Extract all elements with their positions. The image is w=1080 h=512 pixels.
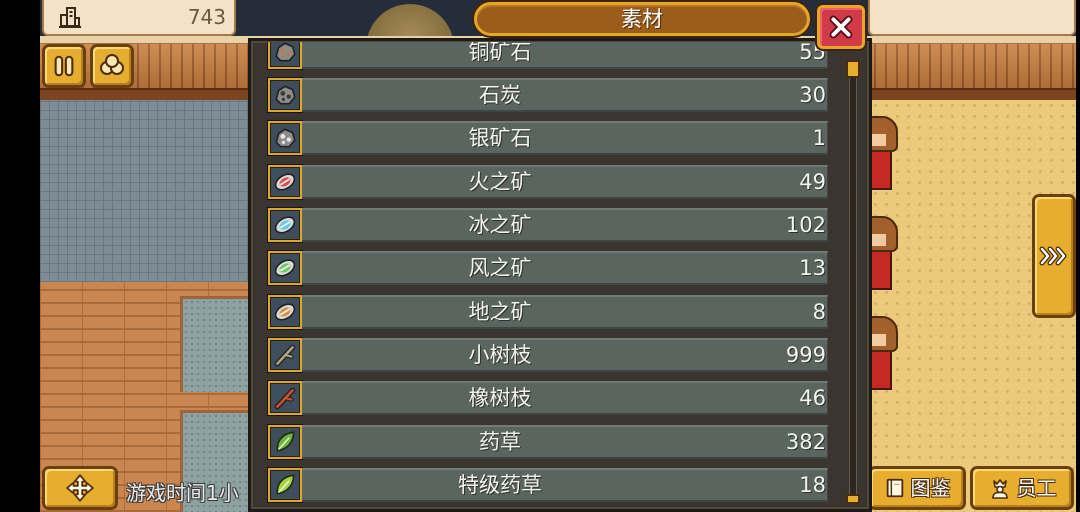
coal-ore-icon [272,82,298,108]
item-icon-frame [268,424,302,459]
material-name: 风之矿 [468,256,532,281]
material-count: 30 [799,83,826,107]
character-face [872,134,886,146]
material-row[interactable]: 橡树枝 46 [258,381,830,416]
material-row[interactable]: 风之矿 13 [258,251,830,286]
copper-ore-icon [272,42,298,65]
material-count: 1 [812,126,826,151]
scrollbar-end [846,494,860,504]
fire-crystal-icon [272,169,298,195]
next-page-button[interactable] [1032,194,1076,318]
material-name: 特级药草 [458,473,542,497]
game-time-text: 游戏时间1小 [126,481,239,505]
material-name: 冰之矿 [468,213,532,237]
staff-icon [988,476,1012,500]
material-count: 49 [799,169,826,194]
material-name: 火之矿 [468,169,532,194]
item-icon-frame [268,208,302,242]
material-row[interactable]: 药草 382 [258,424,830,459]
building-icon [58,5,82,33]
material-row[interactable]: 铜矿石 55 [258,42,830,69]
item-icon-frame [268,468,302,502]
encyclopedia-label: 图鉴 [910,476,951,500]
material-name: 石炭 [479,83,521,107]
material-row[interactable]: 石炭 30 [258,78,830,112]
item-icon-frame [268,164,302,199]
material-count: 46 [799,386,826,411]
close-button[interactable] [817,5,865,49]
item-icon-frame [268,251,302,286]
book-icon [884,477,906,499]
fast-forward-icon [1039,246,1069,266]
scrollbar-thumb[interactable] [846,60,860,78]
material-row[interactable]: 地之矿 8 [258,294,830,329]
material-row[interactable]: 特级药草 18 [258,468,830,502]
close-icon [824,10,858,44]
pause-icon [51,53,77,79]
material-row[interactable]: 银矿石 1 [258,121,830,156]
item-icon-frame [268,78,302,112]
material-row[interactable]: 火之矿 49 [258,164,830,199]
silver-ore-icon [272,125,298,151]
wind-crystal-icon [272,255,298,281]
premium-herb-icon [272,472,298,498]
settings-icon [98,52,126,80]
material-count: 18 [799,473,826,497]
material-name: 小树枝 [468,343,532,367]
material-name: 药草 [479,429,521,454]
item-icon-frame [268,381,302,416]
material-name: 铜矿石 [468,42,532,64]
material-count: 8 [812,299,826,324]
material-count: 382 [785,429,826,454]
encyclopedia-button[interactable]: 图鉴 [868,466,966,510]
material-name: 银矿石 [468,126,532,151]
dialog-title: 素材 [621,7,663,31]
materials-list[interactable]: 铜矿石 55 石炭 30 银矿石 1 火之矿 49 冰之矿 102 风之矿 13 地之矿 8 小树枝 999 橡… [258,42,842,506]
ice-crystal-icon [272,212,298,238]
material-count: 102 [785,213,826,237]
top-right-hud [868,0,1076,36]
item-icon-frame [268,294,302,329]
character-face [872,334,886,346]
settings-button[interactable] [90,44,134,88]
staff-button[interactable]: 员工 [970,466,1074,510]
character-face [872,234,886,246]
material-name: 橡树枝 [468,386,532,411]
material-count: 55 [799,42,826,64]
material-row[interactable]: 小树枝 999 [258,338,830,372]
herb-icon [272,429,298,455]
item-icon-frame [268,42,302,69]
material-row[interactable]: 冰之矿 102 [258,208,830,242]
move-button[interactable] [42,466,118,510]
earth-crystal-icon [272,299,298,325]
material-name: 地之矿 [468,299,532,324]
material-count: 13 [799,256,826,281]
material-count: 999 [785,343,826,367]
item-icon-frame [268,121,302,156]
speed-button[interactable] [42,44,86,88]
oak-branch-icon [272,385,298,411]
staff-label: 员工 [1016,476,1057,500]
move-icon [65,473,95,503]
room-tile-area [180,296,250,392]
tile-floor [40,100,250,282]
scrollbar-track[interactable] [849,64,857,498]
funds-amount: 743 [187,5,226,29]
twig-branch-icon [272,342,298,368]
funds-display: 743 [42,0,236,36]
item-icon-frame [268,338,302,372]
dialog-title-bar: 素材 [474,2,810,36]
